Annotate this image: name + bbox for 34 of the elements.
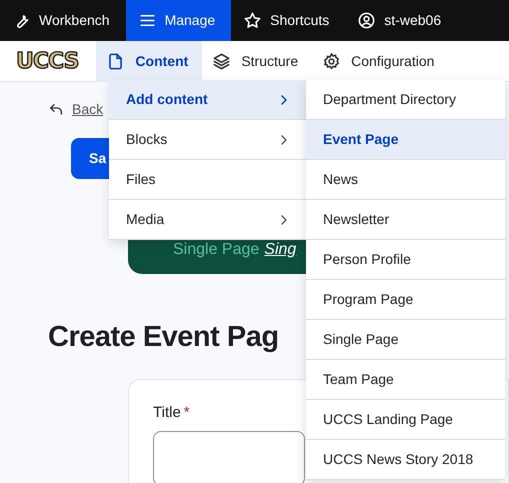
- title-input[interactable]: [153, 430, 305, 483]
- tray-tab[interactable]: Content: [96, 40, 202, 82]
- tray-tab[interactable]: Structure: [202, 40, 312, 82]
- gear-icon: [322, 52, 342, 70]
- menu-item[interactable]: Blocks: [109, 120, 306, 160]
- save-button[interactable]: Sa: [71, 138, 109, 178]
- required-mark: *: [184, 404, 190, 421]
- menu-item[interactable]: Newsletter: [306, 200, 505, 240]
- star-icon: [243, 11, 262, 30]
- back-link[interactable]: Back: [48, 99, 104, 120]
- menu-item[interactable]: Single Page: [306, 320, 505, 360]
- toolbar-tab[interactable]: st-web06: [345, 0, 458, 41]
- menu-item[interactable]: News: [306, 160, 505, 200]
- page-heading: Create Event Pag: [48, 320, 279, 354]
- menu-item[interactable]: UCCS Landing Page: [306, 400, 505, 440]
- menu-item[interactable]: UCCS News Story 2018: [306, 440, 505, 480]
- toolbar-tab[interactable]: Workbench: [0, 0, 126, 41]
- message-text: Single Page: [173, 240, 260, 260]
- toolbar-tab[interactable]: Shortcuts: [231, 0, 346, 41]
- tray-tab[interactable]: Configuration: [312, 40, 448, 82]
- message-link[interactable]: Sing: [264, 238, 296, 262]
- layers-icon: [212, 52, 232, 70]
- field-label: Title: [153, 404, 181, 421]
- user-icon: [357, 11, 376, 30]
- menu-item[interactable]: Program Page: [306, 280, 505, 320]
- menu-item[interactable]: Event Page: [306, 120, 505, 160]
- menu-item[interactable]: Team Page: [306, 360, 505, 400]
- menu-item[interactable]: Department Directory: [306, 80, 505, 120]
- menu-item[interactable]: Files: [109, 160, 306, 200]
- menu-item[interactable]: Media: [109, 200, 306, 240]
- menu-item[interactable]: Person Profile: [306, 240, 505, 280]
- toolbar-tab[interactable]: Manage: [126, 0, 232, 41]
- back-arrow-icon: [48, 102, 64, 118]
- menu-item[interactable]: Add content: [109, 80, 306, 120]
